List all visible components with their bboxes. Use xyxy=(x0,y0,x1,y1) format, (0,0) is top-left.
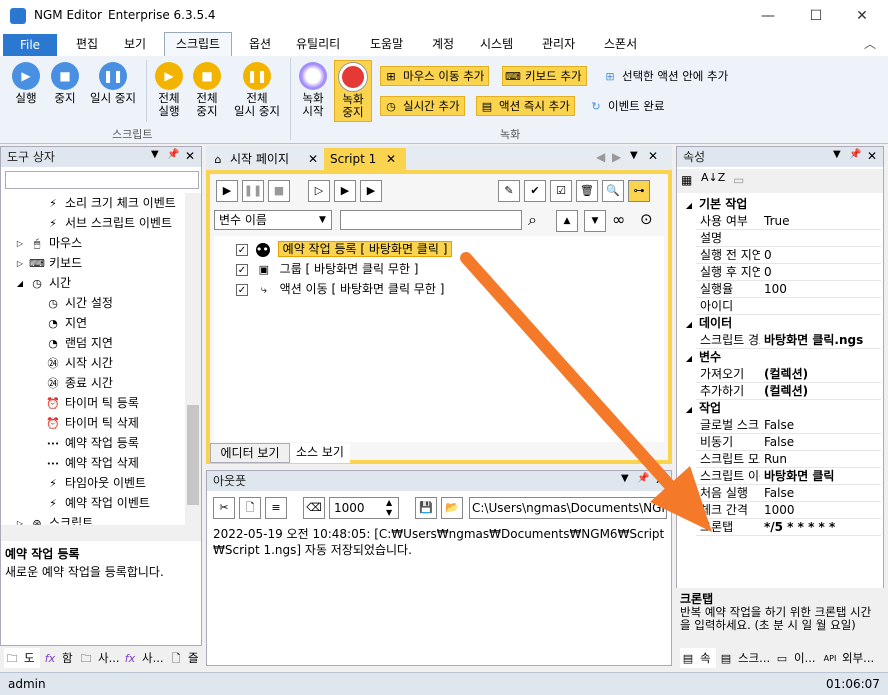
annotation-arrow xyxy=(460,252,712,532)
arrow-shaft xyxy=(460,252,696,514)
